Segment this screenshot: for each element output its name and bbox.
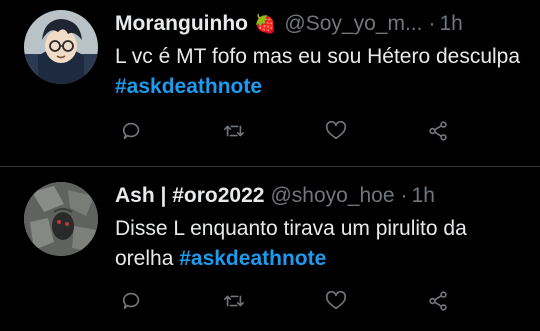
- tweet-content: Ash | #oro2022 @shoyo_hoe · 1h Disse L e…: [115, 182, 526, 274]
- like-button[interactable]: [324, 119, 348, 143]
- separator-dot: ·: [400, 184, 408, 207]
- strawberry-icon: 🍓: [253, 14, 277, 34]
- retweet-icon: [224, 295, 244, 307]
- reply-icon: [122, 122, 140, 140]
- tweet-header: Moranguinho 🍓 @Soy_yo_m... · 1h: [115, 10, 526, 38]
- like-button[interactable]: [324, 289, 348, 313]
- avatar-image: [24, 10, 98, 84]
- share-button[interactable]: [426, 119, 450, 143]
- tweet-text-body: L vc é MT fofo mas eu sou Hétero desculp…: [115, 45, 521, 68]
- hashtag-link[interactable]: #askdeathnote: [115, 75, 262, 98]
- retweet-button[interactable]: [222, 289, 246, 313]
- separator-dot: ·: [428, 12, 436, 35]
- share-button[interactable]: [426, 289, 450, 313]
- tweet-header: Ash | #oro2022 @shoyo_hoe · 1h: [115, 182, 526, 210]
- avatar[interactable]: [24, 182, 98, 256]
- tweet-text: Disse L enquanto tirava um pirulito da o…: [115, 214, 526, 274]
- tweet-text: L vc é MT fofo mas eu sou Hétero desculp…: [115, 42, 526, 102]
- display-name[interactable]: Ash | #oro2022: [115, 182, 264, 210]
- reply-icon: [122, 292, 140, 310]
- tweet-content: Moranguinho 🍓 @Soy_yo_m... · 1h L vc é M…: [115, 10, 526, 102]
- user-handle[interactable]: @shoyo_hoe: [270, 182, 394, 210]
- retweet-button[interactable]: [222, 119, 246, 143]
- retweet-icon: [224, 125, 244, 137]
- reply-button[interactable]: [120, 289, 144, 313]
- share-icon: [429, 121, 447, 141]
- user-handle[interactable]: @Soy_yo_m...: [284, 10, 422, 38]
- avatar-image: [24, 182, 98, 256]
- tweet[interactable]: Moranguinho 🍓 @Soy_yo_m... · 1h L vc é M…: [0, 0, 540, 166]
- avatar[interactable]: [24, 10, 98, 84]
- heart-icon: [325, 120, 347, 140]
- reply-button[interactable]: [120, 119, 144, 143]
- hashtag-link[interactable]: #askdeathnote: [179, 247, 326, 270]
- heart-icon: [325, 290, 347, 310]
- share-icon: [429, 291, 447, 311]
- display-name[interactable]: Moranguinho: [115, 10, 248, 38]
- tweet[interactable]: Ash | #oro2022 @shoyo_hoe · 1h Disse L e…: [0, 167, 540, 331]
- timestamp[interactable]: 1h: [439, 10, 462, 38]
- timestamp[interactable]: 1h: [412, 182, 435, 210]
- timeline-feed: Moranguinho 🍓 @Soy_yo_m... · 1h L vc é M…: [0, 0, 540, 331]
